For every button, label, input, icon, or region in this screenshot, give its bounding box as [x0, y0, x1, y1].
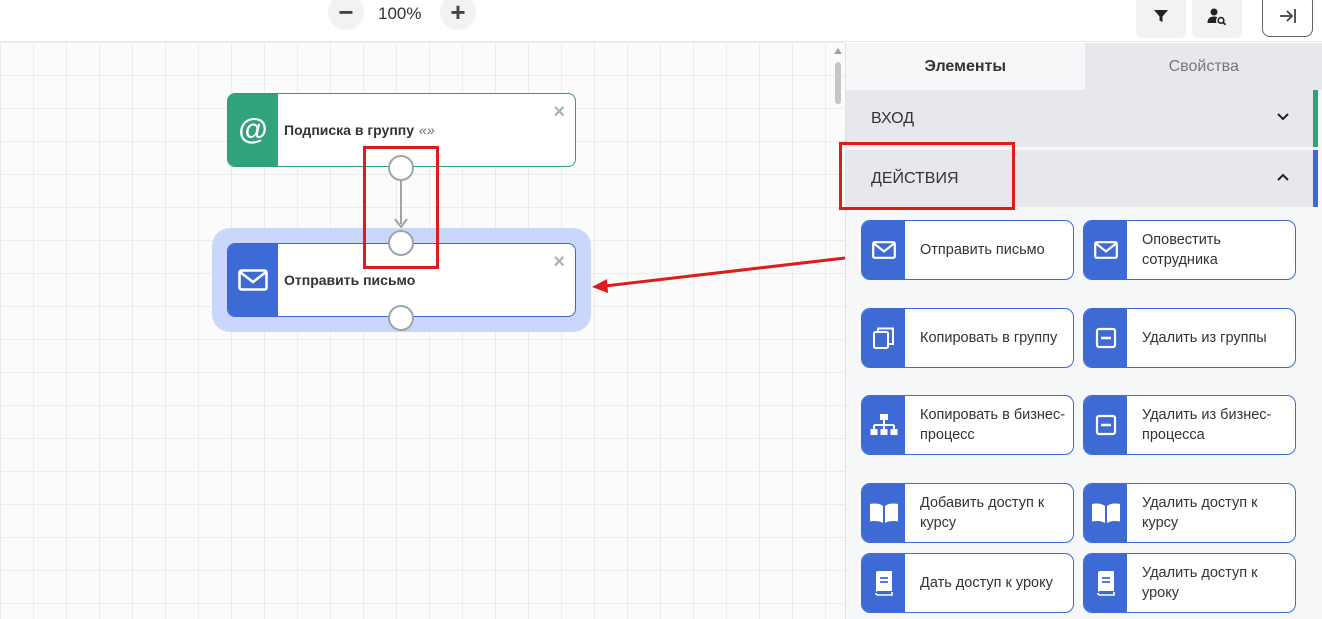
collapse-panel-icon	[1279, 8, 1296, 23]
elements-panel: Элементы Свойства ВХОД ДЕЙСТВИЯ Отправит…	[845, 43, 1322, 619]
action-label: Копировать в бизнес-процесс	[920, 407, 1066, 443]
collapse-panel-button[interactable]	[1262, 0, 1313, 37]
filter-icon	[1154, 10, 1168, 22]
action-label: Добавить доступ к курсу	[920, 495, 1045, 531]
hierarchy-icon	[862, 396, 905, 454]
user-search-button[interactable]	[1192, 0, 1242, 38]
tab-elements[interactable]: Элементы	[846, 43, 1085, 90]
filter-button[interactable]	[1136, 0, 1186, 38]
action-label: Удалить доступ к курсу	[1142, 495, 1258, 531]
action-notify-employee[interactable]: Оповестить сотрудника	[1083, 220, 1296, 280]
envelope-icon	[1084, 221, 1127, 279]
minus-box-icon	[1084, 396, 1127, 454]
user-search-icon	[1207, 8, 1227, 25]
chevron-down-icon	[1277, 113, 1289, 121]
panel-tabs: Элементы Свойства	[846, 43, 1322, 90]
open-book-icon	[1084, 484, 1127, 542]
node-group-value: «»	[419, 122, 435, 138]
output-port[interactable]	[388, 305, 414, 331]
action-label: Удалить доступ к уроку	[1142, 565, 1258, 601]
action-add-course-access[interactable]: Добавить доступ к курсу	[861, 483, 1074, 543]
action-copy-to-process[interactable]: Копировать в бизнес-процесс	[861, 395, 1074, 455]
annotation-box-connector	[363, 146, 439, 269]
close-icon[interactable]: ×	[553, 252, 565, 272]
action-send-mail[interactable]: Отправить письмо	[861, 220, 1074, 280]
action-remove-from-process[interactable]: Удалить из бизнес-процесса	[1083, 395, 1296, 455]
section-accent	[1313, 150, 1318, 207]
close-icon[interactable]: ×	[553, 102, 565, 122]
action-label: Оповестить сотрудника	[1142, 232, 1221, 268]
action-label: Удалить из бизнес-процесса	[1142, 407, 1272, 443]
minus-box-icon	[1084, 309, 1127, 367]
book-icon	[862, 554, 905, 612]
action-grant-lesson-access[interactable]: Дать доступ к уроку	[861, 553, 1074, 613]
envelope-icon	[862, 221, 905, 279]
at-icon: @	[228, 94, 278, 166]
section-accent	[1313, 90, 1318, 147]
action-label: Отправить письмо	[920, 242, 1045, 258]
node-title-text: Подписка в группу	[284, 122, 415, 138]
envelope-icon	[228, 244, 278, 316]
section-entry[interactable]: ВХОД	[846, 90, 1318, 147]
action-label: Дать доступ к уроку	[920, 575, 1053, 591]
copy-icon	[862, 309, 905, 367]
action-label: Удалить из группы	[1142, 330, 1267, 346]
chevron-up-icon	[1277, 173, 1289, 181]
action-copy-to-group[interactable]: Копировать в группу	[861, 308, 1074, 368]
tab-properties[interactable]: Свойства	[1084, 43, 1322, 90]
annotation-box-actions-section	[839, 142, 1015, 210]
book-icon	[1084, 554, 1127, 612]
app-root: − 100% + @ Подписка в группу «» × Отправ…	[0, 0, 1322, 619]
action-label: Копировать в группу	[920, 330, 1058, 346]
action-remove-course-access[interactable]: Удалить доступ к курсу	[1083, 483, 1296, 543]
open-book-icon	[862, 484, 905, 542]
section-label: ВХОД	[871, 109, 915, 127]
action-remove-from-group[interactable]: Удалить из группы	[1083, 308, 1296, 368]
action-remove-lesson-access[interactable]: Удалить доступ к уроку	[1083, 553, 1296, 613]
